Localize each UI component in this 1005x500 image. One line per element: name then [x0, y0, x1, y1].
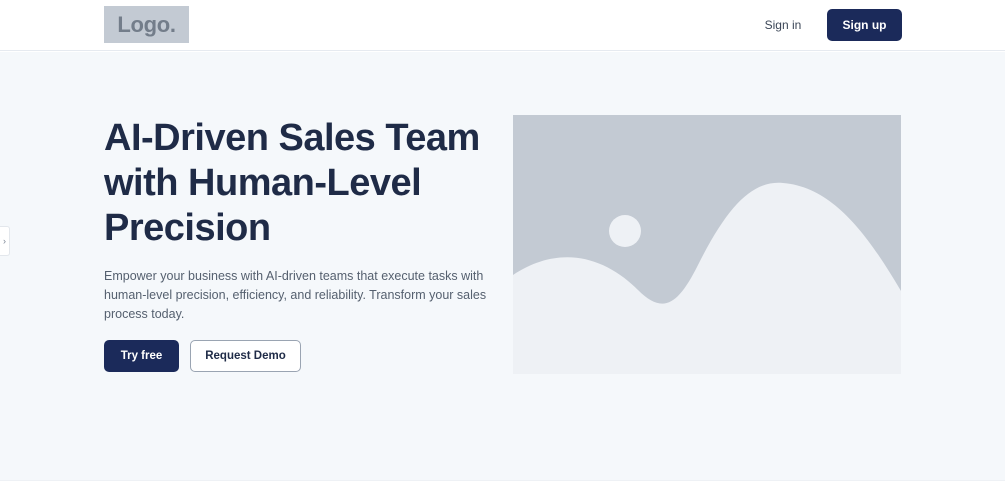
chevron-right-icon: › [3, 236, 6, 246]
side-panel-toggle[interactable]: › [0, 226, 10, 256]
sign-up-button[interactable]: Sign up [827, 9, 902, 41]
next-section-edge [0, 480, 1005, 500]
try-free-button[interactable]: Try free [104, 340, 179, 372]
hero-headline: AI-Driven Sales Team with Human-Level Pr… [104, 117, 480, 249]
sign-in-link[interactable]: Sign in [748, 9, 818, 40]
request-demo-button[interactable]: Request Demo [190, 340, 301, 372]
logo[interactable]: Logo. [104, 6, 189, 43]
top-navbar: Logo. Sign in Sign up [0, 0, 1005, 51]
hero-description: Empower your business with AI-driven tea… [104, 269, 487, 321]
image-placeholder-icon [513, 115, 901, 374]
